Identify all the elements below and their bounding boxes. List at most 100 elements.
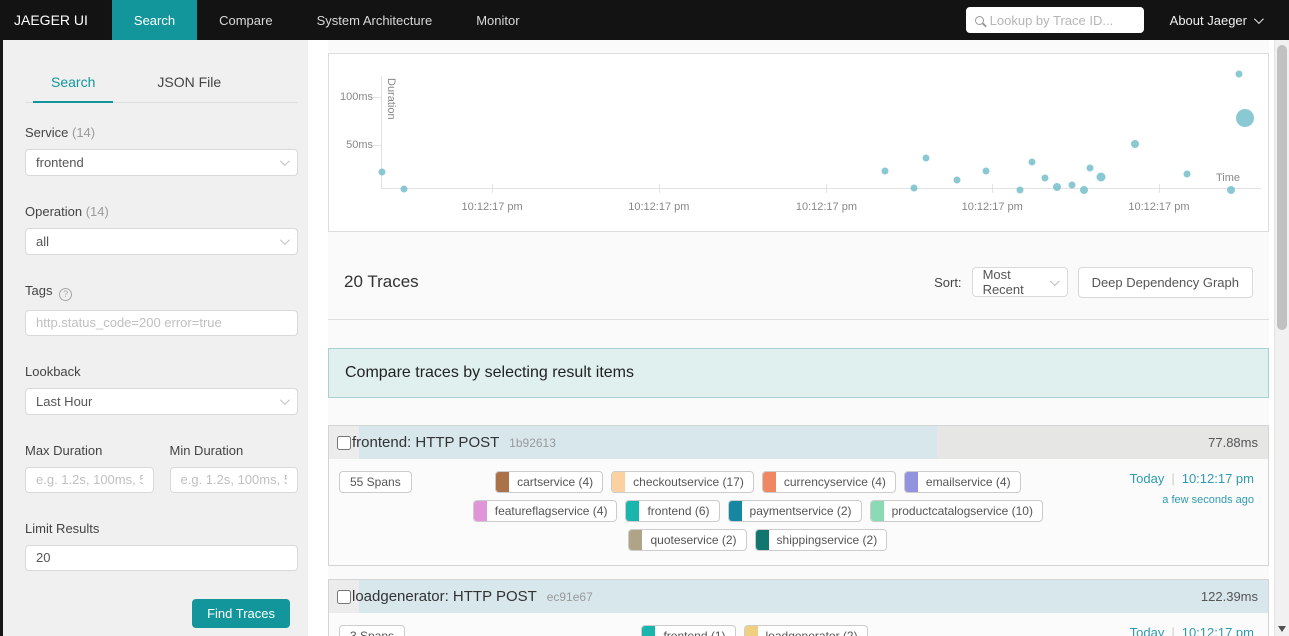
operation-field: Operation (14) all <box>25 204 298 255</box>
trace-relative-time: a few seconds ago <box>1162 494 1254 506</box>
help-icon[interactable]: ? <box>59 287 73 301</box>
service-field: Service (14) frontend <box>25 125 298 176</box>
trace-header[interactable]: frontend: HTTP POST 1b92613 77.88ms <box>329 426 1268 459</box>
service-color-chip <box>473 501 487 521</box>
trace-timestamp: Today | 10:12:17 pm a few seconds ago <box>1104 471 1254 506</box>
trace-scatter-point[interactable] <box>1096 172 1106 182</box>
timestamp-separator: | <box>1171 471 1175 486</box>
app-brand: JAEGER UI <box>14 12 88 28</box>
limit-results-field: Limit Results <box>25 521 298 571</box>
min-duration-input[interactable] <box>169 466 298 493</box>
trace-scatter-point[interactable] <box>1183 170 1191 178</box>
trace-scatter-point[interactable] <box>378 168 386 176</box>
deep-dependency-graph-button[interactable]: Deep Dependency Graph <box>1077 266 1253 298</box>
duration-scatter-card: 100ms 50ms Duration Time 10:12:17 pm 10:1… <box>328 53 1269 232</box>
timestamp-separator: | <box>1171 625 1175 636</box>
trace-header-content: loadgenerator: HTTP POST ec91e67 122.39m… <box>329 580 1268 613</box>
y-tick-mark <box>373 145 381 146</box>
trace-scatter-point[interactable] <box>1016 186 1024 194</box>
nav-tab-monitor[interactable]: Monitor <box>454 0 541 40</box>
trace-scatter-point[interactable] <box>1131 140 1140 148</box>
nav-tab-compare[interactable]: Compare <box>197 0 294 40</box>
tab-search[interactable]: Search <box>25 64 121 103</box>
trace-body: 3 Spans frontend (1) loadgenerator (2) To… <box>329 613 1268 636</box>
trace-scatter-point[interactable] <box>1068 181 1076 189</box>
trace-scatter-point[interactable] <box>982 167 990 175</box>
tags-input[interactable] <box>25 309 298 336</box>
service-tag: checkoutservice (17) <box>611 471 754 493</box>
trace-scatter-point[interactable] <box>1086 164 1094 172</box>
trace-scatter-point[interactable] <box>1236 108 1255 127</box>
trace-scatter-point[interactable] <box>1079 186 1088 195</box>
scrollbar-down-arrow[interactable] <box>1278 626 1286 632</box>
trace-scatter-point[interactable] <box>881 167 889 175</box>
find-traces-button[interactable]: Find Traces <box>192 598 290 628</box>
max-duration-input[interactable] <box>25 466 154 493</box>
operation-select[interactable]: all <box>25 228 298 255</box>
service-select[interactable]: frontend <box>25 149 298 176</box>
trace-header-content: frontend: HTTP POST 1b92613 77.88ms <box>329 426 1268 459</box>
max-duration-field: Max Duration <box>25 443 154 493</box>
nav-tab-system-architecture[interactable]: System Architecture <box>295 0 455 40</box>
trace-date-link[interactable]: Today <box>1130 625 1165 636</box>
scrollbar-thumb[interactable] <box>1277 45 1287 330</box>
service-color-chip <box>755 530 769 550</box>
service-tag-label: currencyservice (4) <box>783 475 886 489</box>
service-tag: shippingservice (2) <box>754 529 888 551</box>
trace-timestamp: Today|10:12:17 pm a few seconds ago <box>1104 625 1254 636</box>
limit-results-input[interactable] <box>25 544 298 571</box>
span-count-pill: 3 Spans <box>339 625 406 636</box>
x-tick-mark <box>658 184 660 193</box>
chevron-down-icon <box>279 156 290 167</box>
operation-select-value: all <box>36 234 50 249</box>
chevron-down-icon <box>1049 275 1060 286</box>
lookback-select[interactable]: Last Hour <box>25 387 298 415</box>
trace-date-link[interactable]: Today <box>1130 471 1165 486</box>
trace-card: frontend: HTTP POST 1b92613 77.88ms 55 S… <box>328 425 1269 566</box>
trace-scatter-point[interactable] <box>400 185 408 193</box>
trace-time-link[interactable]: 10:12:17 pm <box>1182 471 1254 486</box>
trace-id: ec91e67 <box>546 590 593 604</box>
trace-scatter-point[interactable] <box>1052 183 1061 192</box>
trace-scatter-point[interactable] <box>1227 186 1236 195</box>
results-header: 20 Traces Sort: Most Recent Deep Depende… <box>328 245 1269 320</box>
search-results-main: 100ms 50ms Duration Time 10:12:17 pm 10:1… <box>328 40 1269 636</box>
x-tick-mark <box>992 184 994 193</box>
nav-tab-search[interactable]: Search <box>111 0 198 40</box>
trace-scatter-point[interactable] <box>1028 158 1036 166</box>
results-header-controls: Sort: Most Recent Deep Dependency Graph <box>934 266 1253 298</box>
trace-scatter-point[interactable] <box>1041 174 1049 182</box>
window-left-edge <box>0 40 3 636</box>
trace-scatter-point[interactable] <box>910 184 918 192</box>
trace-card: loadgenerator: HTTP POST ec91e67 122.39m… <box>328 579 1269 636</box>
service-count: (14) <box>71 125 96 140</box>
trace-lookup-box <box>965 7 1144 33</box>
service-color-chip <box>612 472 626 492</box>
service-tag: frontend (1) <box>641 625 736 636</box>
trace-id: 1b92613 <box>509 436 556 450</box>
x-tick-label: 10:12:17 pm <box>795 201 857 213</box>
service-tag: quoteservice (2) <box>628 529 747 551</box>
trace-scatter-point[interactable] <box>922 154 930 162</box>
trace-title: loadgenerator: HTTP POST ec91e67 <box>352 588 593 605</box>
trace-header[interactable]: loadgenerator: HTTP POST ec91e67 122.39m… <box>329 580 1268 613</box>
search-icon <box>974 15 984 25</box>
sort-select[interactable]: Most Recent <box>971 267 1068 297</box>
trace-scatter-point[interactable] <box>1235 70 1243 78</box>
service-tag-label: loadgenerator (2) <box>765 629 858 636</box>
span-count-pill: 55 Spans <box>339 471 412 493</box>
service-color-chip <box>762 472 776 492</box>
tab-json-file[interactable]: JSON File <box>131 64 247 102</box>
vertical-scrollbar[interactable] <box>1274 40 1289 636</box>
trace-lookup-input[interactable] <box>989 12 1135 28</box>
about-jaeger-menu[interactable]: About Jaeger <box>1170 13 1264 28</box>
x-tick-label: 10:12:17 pm <box>1128 201 1190 213</box>
service-tag-label: featureflagservice (4) <box>494 504 608 518</box>
service-tag-label: shippingservice (2) <box>776 533 878 547</box>
trace-scatter-point[interactable] <box>953 176 961 184</box>
lookback-label: Lookback <box>25 363 81 379</box>
service-color-chip <box>642 626 656 636</box>
trace-time-link[interactable]: 10:12:17 pm <box>1182 625 1254 636</box>
sort-label: Sort: <box>934 274 962 290</box>
trace-duration: 122.39ms <box>1200 589 1258 604</box>
